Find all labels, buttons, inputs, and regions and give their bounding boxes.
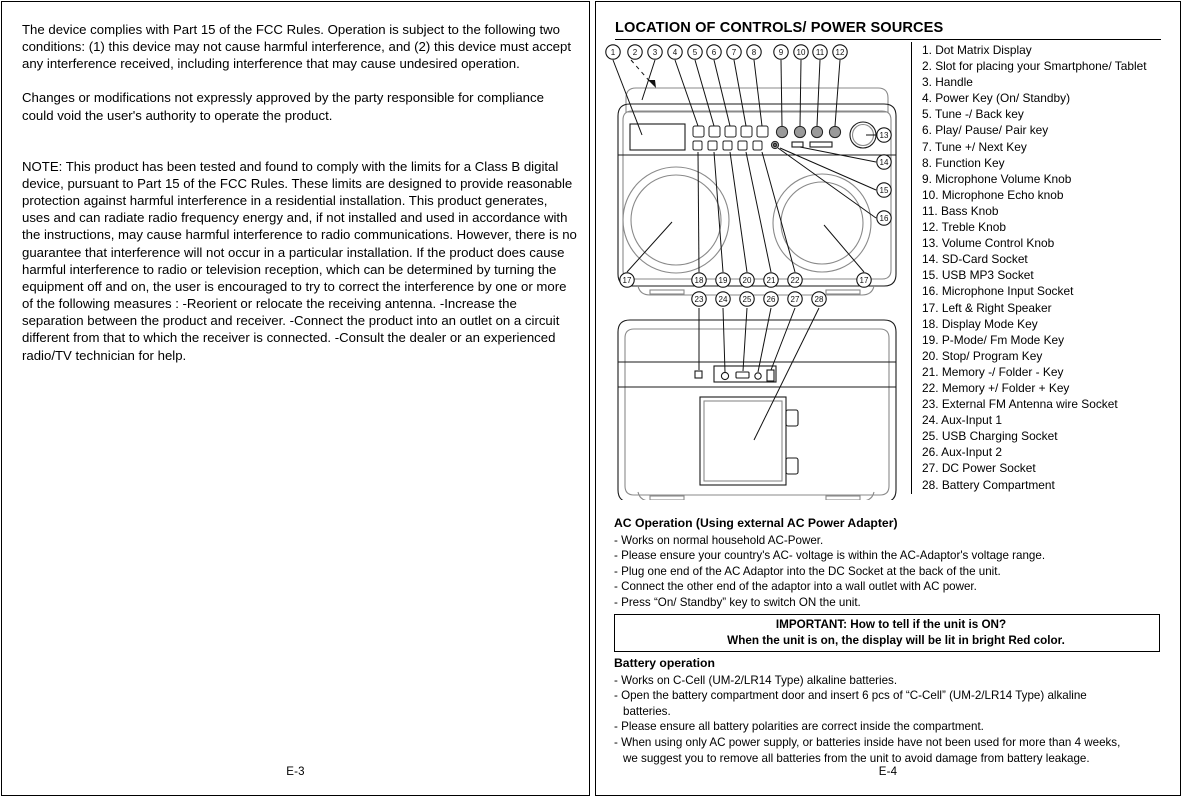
important-line-1: IMPORTANT: How to tell if the unit is ON… bbox=[775, 618, 1007, 631]
control-item: 1. Dot Matrix Display bbox=[922, 43, 1032, 57]
svg-text:21: 21 bbox=[767, 276, 776, 285]
svg-text:5: 5 bbox=[693, 48, 698, 57]
control-item: 19. P-Mode/ Fm Mode Key bbox=[922, 332, 1065, 347]
svg-text:26: 26 bbox=[767, 295, 776, 304]
control-item: 11. Bass Knob bbox=[922, 203, 999, 218]
control-item: 17. Left & Right Speaker bbox=[922, 300, 1052, 315]
control-item: 28. Battery Compartment bbox=[922, 477, 1055, 492]
control-item: 24. Aux-Input 1 bbox=[922, 413, 1002, 428]
callout-bubbles-right: 13 14 15 16 bbox=[876, 127, 892, 226]
right-page: LOCATION OF CONTROLS/ POWER SOURCES .ol … bbox=[595, 1, 1181, 796]
svg-text:14: 14 bbox=[880, 158, 889, 167]
control-item: 23. External FM Antenna wire Socket bbox=[922, 397, 1118, 412]
control-item: 13. Volume Control Knob bbox=[922, 236, 1055, 251]
dot-matrix-display bbox=[629, 123, 686, 151]
device-diagram: .ol { fill:none; stroke:#1a1a1a; stroke-… bbox=[604, 40, 909, 500]
svg-text:3: 3 bbox=[653, 48, 658, 57]
control-item: 26. Aux-Input 2 bbox=[922, 445, 1002, 460]
svg-text:1: 1 bbox=[611, 48, 616, 57]
control-item: 27. DC Power Socket bbox=[922, 461, 1036, 476]
battery-operation-line: - Works on C-Cell (UM-2/LR14 Type) alkal… bbox=[614, 673, 898, 687]
svg-text:12: 12 bbox=[836, 48, 845, 57]
svg-text:4: 4 bbox=[673, 48, 678, 57]
controls-list: 1. Dot Matrix Display 2. Slot for placin… bbox=[922, 42, 1172, 493]
fcc-statement-block: The device complies with Part 15 of the … bbox=[22, 21, 578, 364]
control-item: 10. Microphone Echo knob bbox=[922, 187, 1064, 202]
page-number-left: E-3 bbox=[286, 766, 305, 778]
svg-text:28: 28 bbox=[815, 295, 824, 304]
ac-operation-line: - Plug one end of the AC Adaptor into th… bbox=[614, 564, 1001, 578]
ac-operation-line: - Press “On/ Standby” key to switch ON t… bbox=[614, 595, 861, 609]
svg-text:11: 11 bbox=[816, 48, 825, 57]
control-item: 4. Power Key (On/ Standby) bbox=[922, 91, 1071, 106]
manual-page-spread: The device complies with Part 15 of the … bbox=[0, 0, 1182, 798]
svg-text:24: 24 bbox=[719, 295, 728, 304]
svg-text:10: 10 bbox=[797, 48, 806, 57]
battery-operation-line: - When using only AC power supply, or ba… bbox=[614, 735, 1121, 749]
control-item: 15. USB MP3 Socket bbox=[922, 268, 1034, 283]
svg-text:16: 16 bbox=[880, 214, 889, 223]
control-item: 18. Display Mode Key bbox=[922, 316, 1038, 331]
control-item: 3. Handle bbox=[922, 75, 973, 90]
control-item: 25. USB Charging Socket bbox=[922, 429, 1058, 444]
control-item: 5. Tune -/ Back key bbox=[922, 107, 1024, 122]
control-item: 16. Microphone Input Socket bbox=[922, 284, 1074, 299]
ac-operation-heading: AC Operation (Using external AC Power Ad… bbox=[614, 516, 898, 530]
control-item: 12. Treble Knob bbox=[922, 220, 1006, 235]
vertical-divider bbox=[911, 42, 912, 494]
important-line-2: When the unit is on, the display will be… bbox=[727, 634, 1065, 647]
left-page: The device complies with Part 15 of the … bbox=[1, 1, 590, 796]
svg-text:23: 23 bbox=[695, 295, 704, 304]
battery-operation-line: - Please ensure all battery polarities a… bbox=[614, 720, 984, 734]
control-item: 2. Slot for placing your Smartphone/ Tab… bbox=[922, 59, 1147, 74]
front-view-body bbox=[617, 87, 897, 296]
svg-text:27: 27 bbox=[791, 295, 800, 304]
control-item: 7. Tune +/ Next Key bbox=[922, 139, 1027, 154]
control-item: 8. Function Key bbox=[922, 155, 1005, 170]
fcc-paragraph-3-note: NOTE: This product has been tested and f… bbox=[22, 158, 577, 363]
page-title: LOCATION OF CONTROLS/ POWER SOURCES bbox=[615, 20, 944, 36]
callout-bubbles-bottom-front: 17 18 19 20 21 22 17 bbox=[619, 272, 872, 288]
front-callout-leaders-bottom bbox=[626, 151, 865, 273]
ac-operation-section: AC Operation (Using external AC Power Ad… bbox=[614, 516, 1170, 611]
svg-text:19: 19 bbox=[719, 276, 728, 285]
page-number-right: E-4 bbox=[878, 766, 898, 778]
back-view-body bbox=[617, 307, 897, 500]
svg-text:25: 25 bbox=[743, 295, 752, 304]
important-callout-box: IMPORTANT: How to tell if the unit is ON… bbox=[614, 614, 1160, 652]
control-item: 9. Microphone Volume Knob bbox=[922, 171, 1072, 186]
battery-operation-line: we suggest you to remove all batteries f… bbox=[623, 751, 1090, 765]
ac-operation-line: - Please ensure your country's AC- volta… bbox=[614, 549, 1046, 563]
control-item: 21. Memory -/ Folder - Key bbox=[922, 364, 1064, 379]
svg-text:22: 22 bbox=[791, 276, 800, 285]
battery-operation-line: - Open the battery compartment door and … bbox=[614, 689, 1087, 703]
control-item: 6. Play/ Pause/ Pair key bbox=[922, 123, 1049, 138]
svg-text:8: 8 bbox=[752, 48, 757, 57]
ac-operation-line: - Works on normal household AC-Power. bbox=[614, 533, 824, 547]
svg-text:6: 6 bbox=[712, 48, 717, 57]
battery-operation-heading: Battery operation bbox=[614, 656, 715, 670]
control-item: 14. SD-Card Socket bbox=[922, 252, 1028, 267]
svg-text:17: 17 bbox=[623, 276, 632, 285]
fcc-paragraph-2: Changes or modifications not expressly a… bbox=[22, 90, 544, 123]
control-item: 22. Memory +/ Folder + Key bbox=[922, 380, 1070, 395]
svg-text:9: 9 bbox=[779, 48, 784, 57]
fcc-paragraph-1: The device complies with Part 15 of the … bbox=[22, 22, 572, 72]
battery-operation-line: batteries. bbox=[623, 704, 671, 718]
ac-operation-line: - Connect the other end of the adaptor i… bbox=[614, 580, 977, 594]
control-item: 20. Stop/ Program Key bbox=[922, 348, 1043, 363]
svg-text:13: 13 bbox=[880, 131, 889, 140]
battery-operation-section: Battery operation - Works on C-Cell (UM-… bbox=[614, 656, 1170, 766]
svg-text:2: 2 bbox=[633, 48, 638, 57]
svg-text:7: 7 bbox=[732, 48, 737, 57]
callout-bubbles-back: 23 24 25 26 27 28 bbox=[691, 291, 827, 307]
svg-text:18: 18 bbox=[695, 276, 704, 285]
callout-bubbles-top: 1 2 3 4 5 6 7 8 9 10 11 12 bbox=[605, 44, 848, 60]
svg-text:20: 20 bbox=[743, 276, 752, 285]
svg-text:17: 17 bbox=[860, 276, 869, 285]
svg-text:15: 15 bbox=[880, 186, 889, 195]
